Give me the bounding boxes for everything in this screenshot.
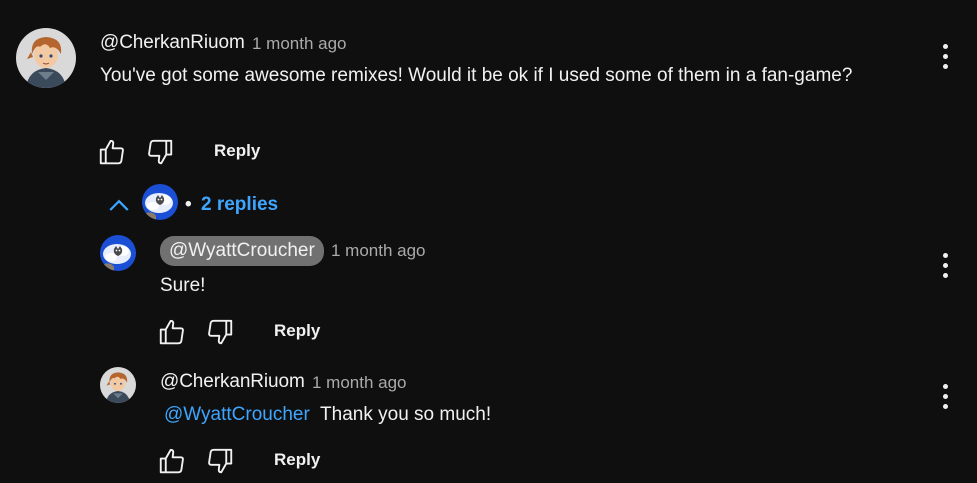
- thumbs-up-icon: [159, 448, 184, 474]
- avatar[interactable]: [100, 367, 136, 403]
- avatar[interactable]: [100, 235, 136, 271]
- replies-bullet: •: [185, 194, 192, 215]
- thumbs-up-icon: [159, 319, 184, 345]
- mention-link[interactable]: @WyattCroucher: [164, 404, 310, 425]
- reply-author[interactable]: @CherkanRiuom: [160, 371, 305, 393]
- dislike-button[interactable]: [205, 317, 235, 347]
- thumbs-up-icon: [99, 139, 124, 165]
- comment-text: You've got some awesome remixes! Would i…: [100, 65, 853, 86]
- reply-button[interactable]: Reply: [274, 321, 320, 341]
- reply-button[interactable]: Reply: [214, 141, 260, 161]
- like-button[interactable]: [97, 137, 127, 167]
- reply-text: Sure!: [160, 275, 206, 296]
- like-button[interactable]: [157, 317, 187, 347]
- thumbs-down-icon: [148, 139, 173, 165]
- like-button[interactable]: [157, 446, 187, 476]
- reply-button[interactable]: Reply: [274, 450, 320, 470]
- collapse-replies-button[interactable]: [104, 190, 134, 220]
- dislike-button[interactable]: [145, 137, 175, 167]
- reply-timestamp[interactable]: 1 month ago: [331, 241, 426, 261]
- comment-author[interactable]: @CherkanRiuom: [100, 32, 245, 54]
- replier-avatar: [142, 184, 178, 220]
- replies-count-link[interactable]: 2 replies: [201, 194, 278, 216]
- reply-text: @WyattCroucher Thank you so much!: [164, 400, 491, 430]
- reply-author-chip[interactable]: @WyattCroucher: [160, 236, 324, 266]
- avatar[interactable]: [16, 28, 76, 88]
- thumbs-down-icon: [208, 319, 233, 345]
- more-actions-button[interactable]: [942, 253, 950, 279]
- comment-timestamp[interactable]: 1 month ago: [252, 34, 347, 54]
- chevron-up-icon: [109, 199, 129, 211]
- reply-timestamp[interactable]: 1 month ago: [312, 373, 407, 393]
- thumbs-down-icon: [208, 448, 233, 474]
- more-actions-button[interactable]: [942, 44, 950, 70]
- dislike-button[interactable]: [205, 446, 235, 476]
- more-actions-button[interactable]: [942, 384, 950, 410]
- comment-thread: @CherkanRiuom 1 month ago You've got som…: [0, 0, 977, 483]
- reply-text-body: Thank you so much!: [320, 404, 492, 425]
